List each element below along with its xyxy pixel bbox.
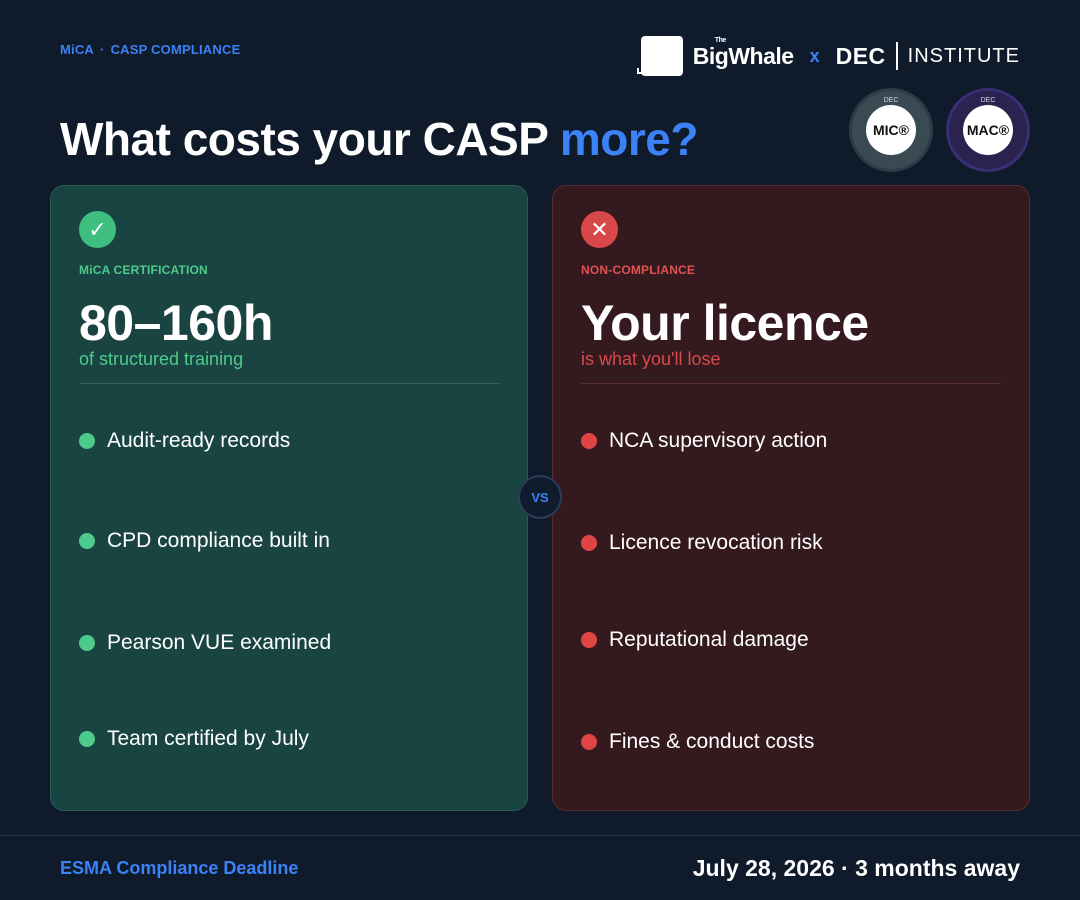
page-title-accent: more?: [559, 113, 699, 165]
eyebrow: MiCA · CASP COMPLIANCE: [60, 42, 240, 57]
card-headline: 80–160h: [79, 295, 273, 351]
institute-wordmark: INSTITUTE: [907, 44, 1020, 67]
bullet-icon: [79, 635, 95, 651]
list-item: Pearson VUE examined: [79, 631, 331, 655]
card-label: NON-COMPLIANCE: [581, 263, 696, 277]
page-title: What costs your CASP more?: [60, 113, 699, 165]
card-subtitle: of structured training: [79, 349, 244, 369]
bigwhale-logo-icon: [636, 36, 683, 76]
eyebrow-topic: CASP COMPLIANCE: [110, 42, 241, 57]
brand-lockup: The BigWhale x DEC INSTITUTE: [636, 36, 1020, 76]
bullet-icon: [79, 731, 95, 747]
list-item: Reputational damage: [581, 628, 809, 652]
bigwhale-wordmark: The BigWhale: [692, 36, 794, 69]
card-subtitle: is what you'll lose: [581, 349, 721, 369]
footer-deadline-date: July 28, 2026 · 3 months away: [692, 855, 1020, 881]
dec-wordmark: DEC: [835, 42, 886, 69]
card-divider: [79, 383, 499, 384]
eyebrow-tag: MiCA: [60, 42, 95, 57]
footer-divider: [0, 835, 1080, 836]
bullet-icon: [79, 533, 95, 549]
list-item: CPD compliance built in: [79, 529, 330, 553]
vs-badge: VS: [518, 475, 562, 519]
brand-x: x: [809, 45, 820, 66]
brand-divider: [895, 42, 898, 70]
list-item: Audit-ready records: [79, 429, 290, 453]
list-item: Team certified by July: [79, 727, 309, 751]
mac-certification-badge: DEC MAC®: [946, 88, 1030, 172]
list-item: Fines & conduct costs: [581, 730, 814, 754]
card-headline: Your licence: [581, 295, 869, 351]
list-item: Licence revocation risk: [581, 531, 823, 555]
eyebrow-separator: ·: [100, 42, 105, 57]
check-icon: ✓: [79, 211, 116, 248]
list-item: NCA supervisory action: [581, 429, 827, 453]
bullet-icon: [79, 433, 95, 449]
mac-badge-label: MAC®: [963, 105, 1013, 155]
mic-certification-badge: DEC MIC®: [849, 88, 933, 172]
card-divider: [581, 383, 1001, 384]
bullet-icon: [581, 433, 597, 449]
mic-badge-label: MIC®: [866, 105, 916, 155]
footer-deadline-label: ESMA Compliance Deadline: [60, 858, 299, 878]
certification-card: ✓ MiCA CERTIFICATION 80–160h of structur…: [50, 185, 528, 811]
non-compliance-card: ✕ NON-COMPLIANCE Your licence is what yo…: [552, 185, 1030, 811]
bullet-icon: [581, 632, 597, 648]
bullet-icon: [581, 734, 597, 750]
close-icon: ✕: [581, 211, 618, 248]
card-label: MiCA CERTIFICATION: [79, 263, 208, 277]
bullet-icon: [581, 535, 597, 551]
